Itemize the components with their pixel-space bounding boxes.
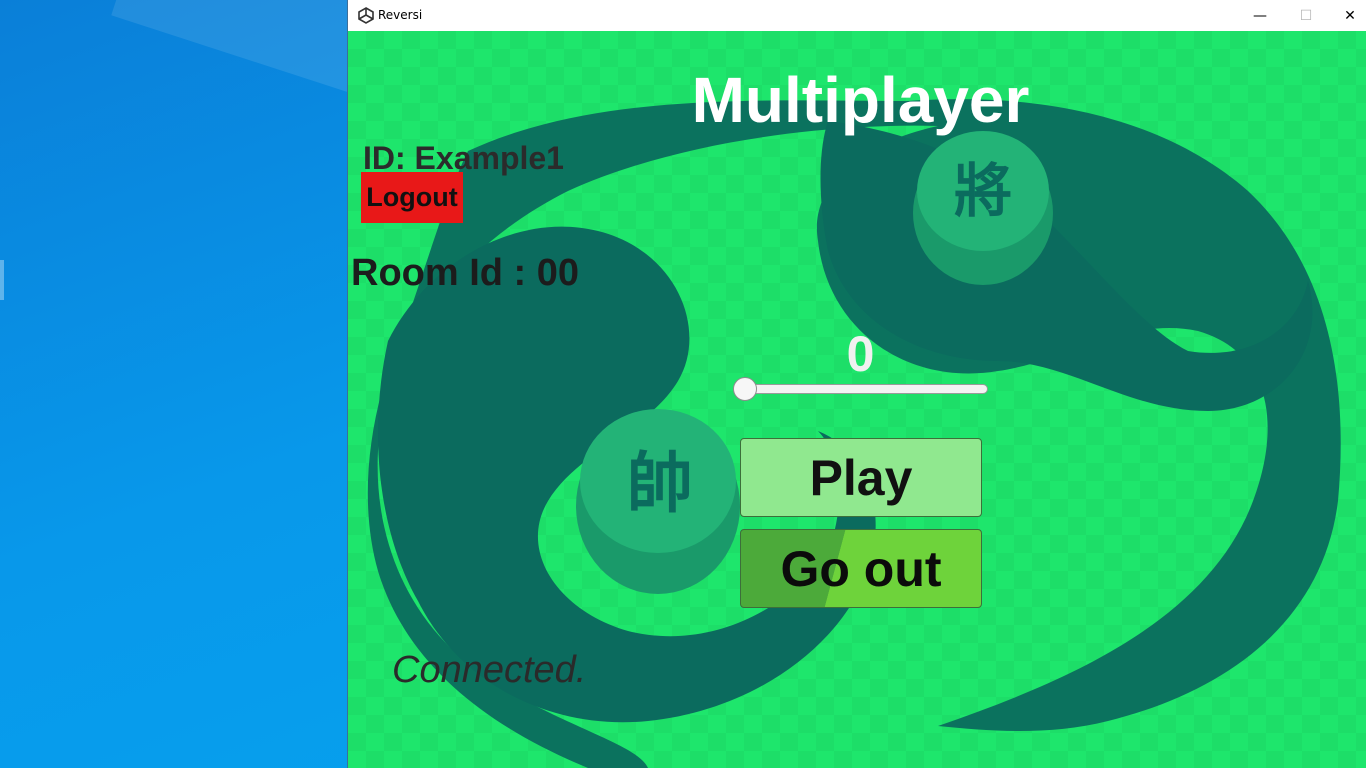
minimize-button[interactable]: — (1237, 0, 1283, 31)
room-slider-track[interactable] (740, 384, 988, 394)
room-id-label: Room Id : 00 (351, 252, 580, 294)
title-bar[interactable]: Reversi — ☐ ✕ (348, 0, 1366, 31)
close-button[interactable]: ✕ (1327, 0, 1366, 31)
go-out-button-label: Go out (780, 540, 942, 597)
room-slider-value: 0 (846, 326, 875, 382)
minimize-icon: — (1253, 7, 1267, 24)
top-piece-char: 將 (954, 157, 1012, 225)
play-button[interactable]: Play (740, 438, 982, 517)
bottom-piece-char: 帥 (627, 445, 693, 522)
top-xiangqi-piece: 將 (913, 131, 1053, 285)
room-slider-handle[interactable] (733, 377, 757, 401)
maximize-button[interactable]: ☐ (1283, 0, 1329, 31)
logout-button-label: Logout (366, 182, 458, 212)
maximize-icon: ☐ (1299, 7, 1313, 24)
go-out-button[interactable]: Go out (740, 529, 982, 608)
play-button-label: Play (809, 449, 913, 506)
logout-button[interactable]: Logout (361, 172, 463, 223)
app-window: Reversi — ☐ ✕ 將 帥 Multiplayer ID: Exampl… (347, 0, 1366, 768)
bottom-xiangqi-piece: 帥 (576, 409, 740, 594)
close-icon: ✕ (1344, 7, 1356, 24)
desktop-edge-highlight (0, 260, 4, 300)
page-title: Multiplayer (348, 63, 1366, 137)
connection-status: Connected. (392, 649, 587, 691)
unity-icon (358, 7, 374, 24)
page-title-text: Multiplayer (691, 64, 1030, 136)
window-title: Reversi (378, 8, 423, 22)
game-viewport: 將 帥 Multiplayer ID: Example1 Logout Room… (348, 31, 1366, 768)
